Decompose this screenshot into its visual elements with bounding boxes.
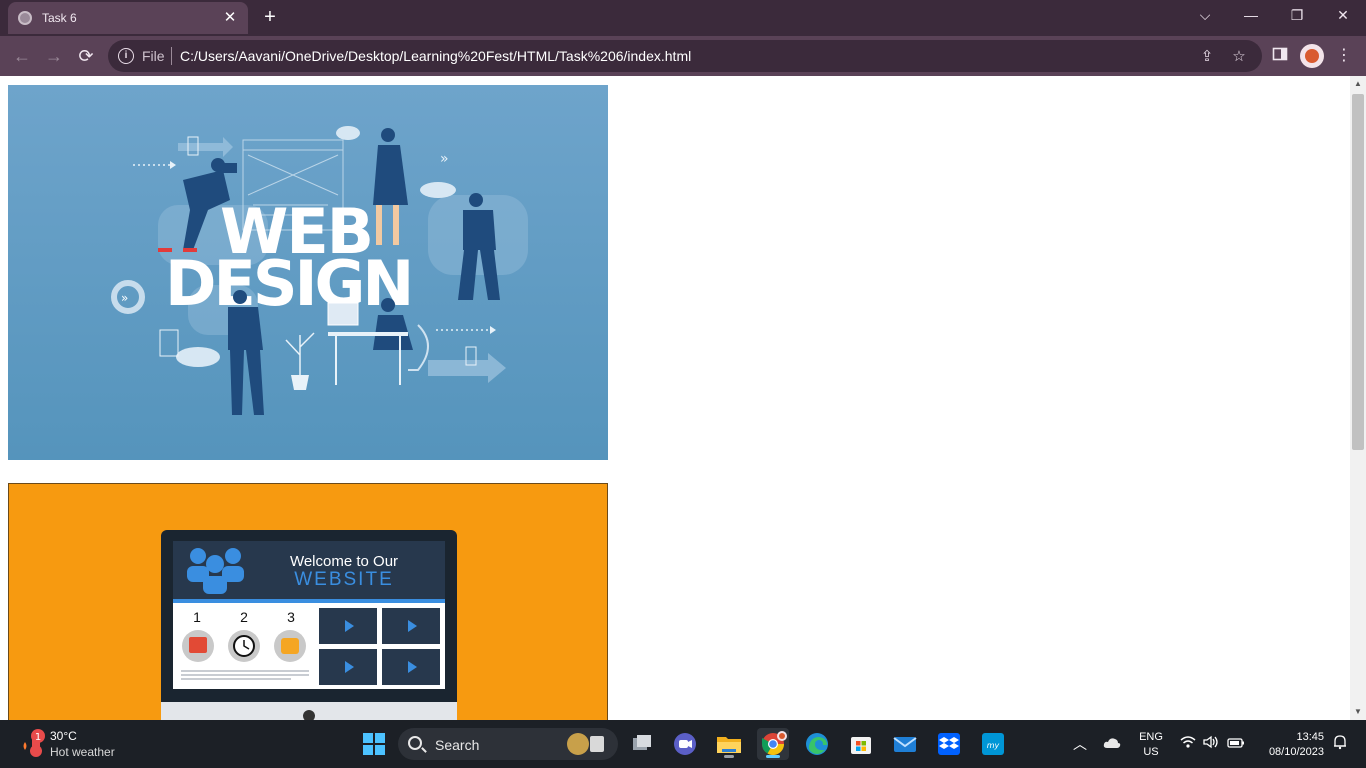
clock[interactable]: 13:45 08/10/2023 [1256,730,1324,760]
myhp-icon[interactable]: my [977,728,1009,760]
side-panel-icon[interactable] [1270,46,1290,66]
page-scrollbar[interactable]: ▲ ▼ [1350,76,1366,720]
onedrive-cloud-icon[interactable] [1102,734,1122,754]
website-mockup-image: Welcome to Our WEBSITE 1 2 3 [8,483,608,720]
teams-chat-icon[interactable] [669,728,701,760]
battery-icon[interactable] [1226,734,1246,754]
share-icon[interactable]: ⇪ [1198,48,1216,66]
step-2: 2 [240,609,248,625]
close-window-button[interactable]: ✕ [1320,0,1366,32]
search-icon [408,736,422,750]
search-highlight-icon [567,733,604,755]
search-label: Search [435,737,480,753]
start-button[interactable] [358,728,390,760]
volume-icon[interactable] [1201,734,1221,754]
tab-strip: Task 6 ✕ + ⌵ — ❐ ✕ [0,0,1366,36]
scheme-label: File [142,48,165,64]
address-bar[interactable]: i File C:/Users/Aavani/OneDrive/Desktop/… [108,40,1262,72]
web-design-image: » » WEB DESIGN [8,85,608,460]
svg-text:»: » [440,151,449,167]
profile-avatar[interactable] [1300,44,1324,68]
chrome-icon[interactable] [757,728,789,760]
dropbox-icon[interactable] [933,728,965,760]
globe-icon [18,11,32,25]
scroll-down-arrow-icon[interactable]: ▼ [1350,704,1366,720]
website-text: WEBSITE [294,569,394,590]
taskbar-search[interactable]: Search [398,728,618,760]
tab-search-icon[interactable]: ⌵ [1182,0,1228,32]
mail-icon[interactable] [889,728,921,760]
svg-text:my: my [987,741,1000,750]
chevron-up-icon[interactable]: ︿ [1070,734,1090,754]
step-1: 1 [193,609,201,625]
svg-text:»: » [121,291,128,305]
clock-time: 13:45 [1296,731,1324,743]
weather-widget[interactable]: 1 [20,728,48,758]
task-view-icon[interactable] [626,728,658,760]
divider [171,47,172,65]
welcome-text: Welcome to Our [290,553,398,570]
tab-close-icon[interactable]: ✕ [222,10,238,26]
tab-title: Task 6 [42,11,77,25]
wifi-icon[interactable] [1178,734,1198,754]
info-icon[interactable]: i [118,48,134,64]
clock-date: 08/10/2023 [1268,746,1324,758]
notification-bell-icon[interactable] [1330,734,1350,754]
lang-line1: ENG [1139,731,1163,743]
step-3: 3 [287,609,295,625]
windows-taskbar: 1 30°C Hot weather Search my ︿ ENG US 13… [0,720,1366,768]
back-button[interactable]: ← [10,44,34,68]
reload-button[interactable]: ⟳ [74,44,98,68]
language-indicator[interactable]: ENG US [1137,730,1165,760]
url-text[interactable]: C:/Users/Aavani/OneDrive/Desktop/Learnin… [180,48,691,64]
forward-button[interactable]: → [42,44,66,68]
page-viewport: » » WEB DESIGN Welcome to Our WEBSITE 1 … [0,76,1350,720]
lang-line2: US [1143,746,1159,758]
menu-icon[interactable]: ⋮ [1334,46,1354,66]
edge-icon[interactable] [801,728,833,760]
weather-temp: 30°C [50,729,77,743]
tab-task6[interactable]: Task 6 ✕ [8,2,248,34]
microsoft-store-icon[interactable] [845,728,877,760]
scroll-thumb[interactable] [1352,94,1364,450]
image1-title-line2: DESIGN [165,247,411,320]
new-tab-button[interactable]: + [258,6,282,30]
weather-desc: Hot weather [50,745,115,759]
weather-badge: 1 [35,732,41,743]
restore-button[interactable]: ❐ [1274,0,1320,32]
file-explorer-icon[interactable] [713,728,745,760]
scroll-up-arrow-icon[interactable]: ▲ [1350,76,1366,92]
minimize-button[interactable]: — [1228,0,1274,32]
bookmark-star-icon[interactable]: ☆ [1230,48,1248,66]
